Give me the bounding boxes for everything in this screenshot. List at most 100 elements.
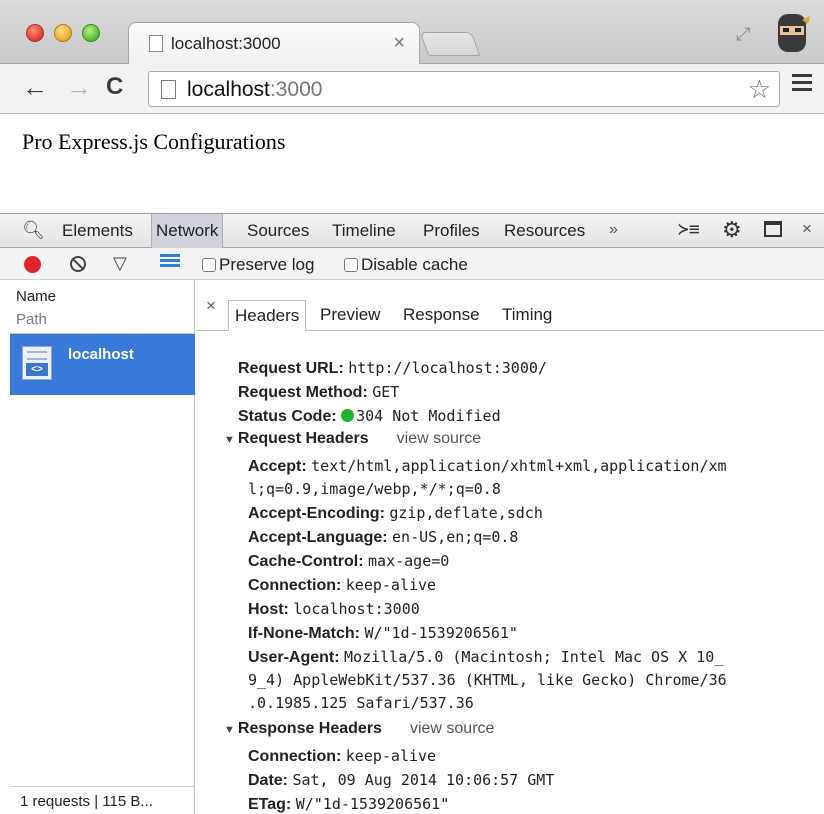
filter-icon[interactable]: ▽ — [113, 253, 127, 274]
header-value: .0.1985.125 Safari/537.36 — [248, 694, 474, 712]
header-row-date: Date: Sat, 09 Aug 2014 10:06:57 GMT — [248, 769, 554, 792]
header-key: Accept-Language: — [248, 529, 388, 546]
forward-button[interactable]: → — [66, 72, 92, 102]
bookmark-star-icon[interactable]: ☆ — [748, 74, 771, 105]
tab-title: localhost:3000 — [171, 34, 281, 53]
header-row-host: Host: localhost:3000 — [248, 598, 420, 621]
header-row-accept-cont: l;q=0.9,image/webp,*/*;q=0.8 — [248, 478, 501, 501]
browser-tab-active[interactable]: localhost:3000 × — [128, 22, 420, 65]
new-tab-button[interactable] — [419, 32, 481, 56]
header-value: 9_4) AppleWebKit/537.36 (KHTML, like Gec… — [248, 671, 727, 689]
record-icon[interactable] — [24, 256, 41, 273]
request-details: × Headers Preview Response Timing Reques… — [196, 280, 824, 814]
profile-avatar-icon[interactable] — [772, 10, 812, 56]
page-icon — [161, 80, 176, 99]
header-key: If-None-Match: — [248, 625, 360, 642]
header-value: W/"1d-1539206561" — [295, 795, 450, 813]
preserve-log-checkbox[interactable]: Preserve log — [202, 255, 314, 275]
request-method-row: Request Method: GET — [238, 381, 399, 404]
tab-timing[interactable]: Timing — [496, 300, 558, 331]
network-toolbar: ▽ Preserve log Disable cache — [0, 248, 824, 280]
tab-network[interactable]: Network — [151, 214, 224, 248]
header-value: l;q=0.9,image/webp,*/*;q=0.8 — [248, 480, 501, 498]
section-title: Request Headers — [237, 430, 369, 447]
url-text[interactable]: localhost:3000 — [187, 78, 322, 102]
disable-cache-label: Disable cache — [361, 255, 468, 274]
header-value: Sat, 09 Aug 2014 10:06:57 GMT — [292, 771, 555, 789]
view-source-link[interactable]: view source — [410, 720, 494, 737]
reload-button[interactable]: C — [106, 72, 123, 102]
close-window-button[interactable] — [26, 24, 44, 42]
header-key: Status Code: — [238, 408, 337, 425]
collapse-triangle-icon[interactable]: ▼ — [224, 724, 235, 736]
console-drawer-icon[interactable]: ≻≡ — [678, 219, 700, 240]
request-row-selected[interactable]: <> localhost — [10, 334, 195, 395]
tab-close-icon[interactable]: × — [393, 32, 405, 55]
tab-resources[interactable]: Resources — [500, 214, 589, 248]
close-details-icon[interactable]: × — [206, 296, 216, 316]
header-value: http://localhost:3000/ — [348, 359, 547, 377]
tab-response[interactable]: Response — [397, 300, 486, 331]
header-value: localhost:3000 — [293, 600, 420, 618]
header-row-user-agent: User-Agent: Mozilla/5.0 (Macintosh; Inte… — [248, 646, 723, 669]
disable-cache-checkbox[interactable]: Disable cache — [344, 255, 468, 275]
collapse-triangle-icon[interactable]: ▼ — [224, 434, 235, 446]
header-value: gzip,deflate,sdch — [389, 504, 543, 522]
column-path: Path — [16, 311, 47, 328]
header-row-etag: ETag: W/"1d-1539206561" — [248, 793, 449, 814]
zoom-window-button[interactable] — [82, 24, 100, 42]
dock-icon[interactable] — [764, 221, 782, 237]
header-row-accept: Accept: text/html,application/xhtml+xml,… — [248, 455, 727, 478]
minimize-window-button[interactable] — [54, 24, 72, 42]
checkbox-box — [202, 258, 216, 272]
section-title: Response Headers — [237, 720, 382, 737]
response-headers-section[interactable]: ▼ Response Headers view source — [224, 718, 494, 741]
menu-icon[interactable] — [792, 74, 812, 92]
more-tabs-icon[interactable]: » — [609, 221, 618, 239]
header-row-user-agent-cont: 9_4) AppleWebKit/537.36 (KHTML, like Gec… — [248, 669, 727, 692]
header-value: GET — [372, 383, 400, 401]
tab-strip: localhost:3000 × ⤢ — [0, 0, 824, 65]
list-view-icon[interactable] — [160, 254, 180, 270]
fullscreen-icon[interactable]: ⤢ — [736, 24, 750, 45]
search-icon[interactable]: 🔍︎ — [22, 220, 45, 241]
url-port: :3000 — [269, 78, 323, 101]
header-value: en-US,en;q=0.8 — [392, 528, 519, 546]
checkbox-box — [344, 258, 358, 272]
header-value: W/"1d-1539206561" — [364, 624, 518, 642]
request-list: Name Path <> localhost 1 requests | 115 … — [10, 280, 195, 814]
request-url-row: Request URL: http://localhost:3000/ — [238, 357, 547, 380]
tab-headers[interactable]: Headers — [228, 300, 307, 331]
request-headers-section[interactable]: ▼ Request Headers view source — [224, 428, 481, 451]
header-key: Cache-Control: — [248, 553, 364, 570]
tab-sources[interactable]: Sources — [243, 214, 313, 248]
tab-elements[interactable]: Elements — [58, 214, 137, 248]
header-value: Mozilla/5.0 (Macintosh; Intel Mac OS X 1… — [344, 648, 724, 666]
header-row-accept-language: Accept-Language: en-US,en;q=0.8 — [248, 526, 518, 549]
view-source-link[interactable]: view source — [397, 430, 481, 447]
close-icon[interactable]: × — [802, 219, 812, 239]
header-key: Connection: — [248, 577, 342, 594]
header-key: User-Agent: — [248, 649, 340, 666]
status-code-row: Status Code: 304 Not Modified — [238, 405, 501, 428]
tab-preview[interactable]: Preview — [314, 300, 386, 331]
clear-icon[interactable] — [70, 256, 86, 272]
tab-profiles[interactable]: Profiles — [419, 214, 484, 248]
request-list-header[interactable]: Name Path — [10, 280, 195, 334]
header-value: 304 Not Modified — [356, 407, 501, 425]
header-key: Request Method: — [238, 384, 368, 401]
back-button[interactable]: ← — [22, 72, 48, 102]
header-key: Date: — [248, 772, 289, 789]
header-value: text/html,application/xhtml+xml,applicat… — [311, 457, 727, 475]
tab-timeline[interactable]: Timeline — [328, 214, 400, 248]
column-name[interactable]: Name — [16, 288, 56, 305]
browser-toolbar: ← → C localhost:3000 ☆ — [0, 64, 824, 114]
header-key: Connection: — [248, 748, 342, 765]
header-key: Accept: — [248, 458, 307, 475]
url-host: localhost — [187, 78, 270, 101]
header-row-connection: Connection: keep-alive — [248, 745, 436, 768]
preserve-log-label: Preserve log — [219, 255, 315, 274]
gear-icon[interactable]: ⚙ — [722, 217, 742, 243]
address-bar[interactable]: localhost:3000 ☆ — [148, 71, 780, 107]
header-key: Accept-Encoding: — [248, 505, 385, 522]
